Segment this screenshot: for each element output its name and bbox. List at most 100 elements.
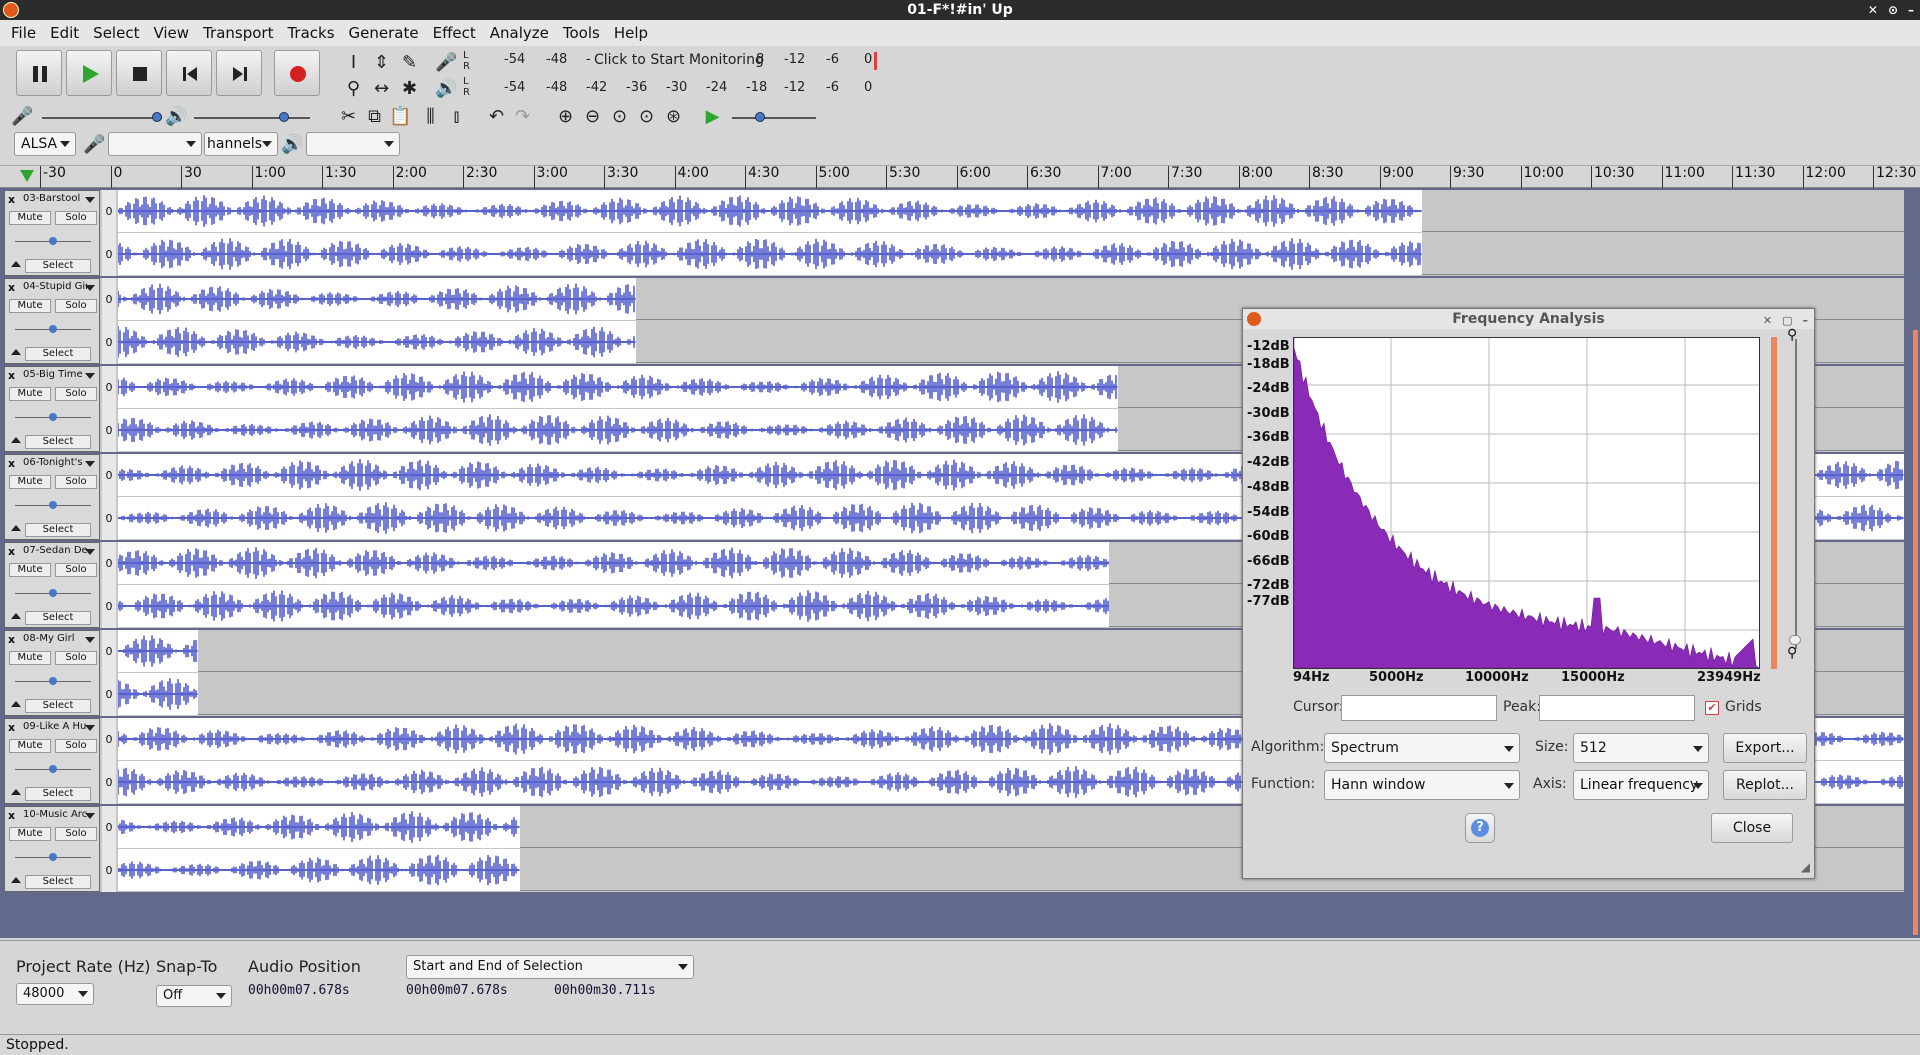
spectrum-vscroll[interactable] bbox=[1771, 337, 1777, 669]
envelope-tool-icon[interactable]: ⇕ bbox=[369, 50, 394, 75]
record-button[interactable] bbox=[274, 50, 320, 96]
skip-end-button[interactable] bbox=[216, 50, 262, 96]
menu-edit[interactable]: Edit bbox=[43, 24, 86, 42]
menu-analyze[interactable]: Analyze bbox=[483, 24, 556, 42]
spectrum-plot[interactable] bbox=[1293, 337, 1760, 669]
resize-grip-icon[interactable]: ◢ bbox=[1801, 860, 1810, 874]
menu-tools[interactable]: Tools bbox=[556, 24, 607, 42]
select-track-button[interactable]: Select bbox=[25, 787, 91, 801]
play-meter-speaker-icon[interactable]: 🔊 bbox=[434, 76, 459, 101]
gain-slider-thumb[interactable] bbox=[49, 501, 57, 509]
waveform-clip[interactable] bbox=[118, 630, 198, 672]
solo-button[interactable]: Solo bbox=[55, 475, 97, 489]
selection-mode-select[interactable]: Start and End of Selection bbox=[406, 955, 694, 979]
waveform-clip[interactable] bbox=[118, 366, 1118, 408]
click-to-start-monitoring[interactable]: Click to Start Monitoring bbox=[594, 52, 764, 68]
track-name[interactable]: 04-Stupid Girl bbox=[23, 281, 87, 295]
zoom-out-icon[interactable]: ⚲ bbox=[1787, 645, 1797, 661]
zoom-toggle-icon[interactable]: ⊛ bbox=[661, 104, 686, 129]
stop-button[interactable] bbox=[116, 50, 162, 96]
collapse-track-icon[interactable] bbox=[11, 261, 21, 267]
fit-project-icon[interactable]: ⊙ bbox=[634, 104, 659, 129]
timeline-ruler[interactable]: -30 0 30 1:00 1:30 2:00 2:30 3:00 3:30 4:00 4:30 5:… bbox=[0, 166, 1920, 188]
track-name[interactable]: 07-Sedan De bbox=[23, 545, 87, 559]
track-name[interactable]: 09-Like A Hur bbox=[23, 721, 87, 735]
paste-icon[interactable]: 📋 bbox=[388, 104, 413, 129]
selection-end-field[interactable]: 00h00m30.711s bbox=[554, 983, 698, 1001]
project-rate-select[interactable]: 48000 bbox=[16, 983, 94, 1005]
zoom-tool-icon[interactable]: ⚲ bbox=[341, 76, 366, 101]
playback-device-select[interactable] bbox=[306, 132, 400, 156]
track-close-icon[interactable]: x bbox=[8, 369, 15, 382]
zoom-slider-thumb[interactable] bbox=[1789, 635, 1801, 645]
minimize-window-icon[interactable]: – bbox=[1908, 0, 1914, 20]
track-name[interactable]: 03-Barstool bbox=[23, 193, 87, 207]
mute-button[interactable]: Mute bbox=[9, 651, 51, 665]
waveform-clip[interactable] bbox=[118, 233, 1422, 275]
track-close-icon[interactable]: x bbox=[8, 545, 15, 558]
play-button[interactable] bbox=[66, 50, 112, 96]
track-name[interactable]: 05-Big Time bbox=[23, 369, 87, 383]
waveform-clip[interactable] bbox=[118, 409, 1118, 451]
mute-button[interactable]: Mute bbox=[9, 211, 51, 225]
audio-host-select[interactable]: ALSA bbox=[14, 132, 76, 156]
track-menu-chevron-icon[interactable] bbox=[85, 461, 95, 467]
select-track-button[interactable]: Select bbox=[25, 435, 91, 449]
track-close-icon[interactable]: x bbox=[8, 457, 15, 470]
algorithm-select[interactable]: Spectrum bbox=[1324, 733, 1520, 763]
menu-file[interactable]: File bbox=[4, 24, 43, 42]
vertical-scrollbar[interactable] bbox=[1913, 330, 1918, 935]
cursor-field[interactable] bbox=[1341, 695, 1497, 721]
output-volume-slider[interactable] bbox=[194, 117, 310, 119]
track-menu-chevron-icon[interactable] bbox=[85, 373, 95, 379]
mute-button[interactable]: Mute bbox=[9, 739, 51, 753]
play-speed-slider[interactable] bbox=[732, 117, 816, 119]
copy-icon[interactable]: ⧉ bbox=[362, 104, 387, 129]
menu-select[interactable]: Select bbox=[86, 24, 146, 42]
zoom-slider-track[interactable] bbox=[1795, 339, 1797, 649]
collapse-track-icon[interactable] bbox=[11, 613, 21, 619]
solo-button[interactable]: Solo bbox=[55, 651, 97, 665]
solo-button[interactable]: Solo bbox=[55, 299, 97, 313]
gain-slider-thumb[interactable] bbox=[49, 237, 57, 245]
peak-field[interactable] bbox=[1539, 695, 1695, 721]
dialog-minimize-icon[interactable]: – bbox=[1803, 311, 1809, 331]
mute-button[interactable]: Mute bbox=[9, 299, 51, 313]
mute-button[interactable]: Mute bbox=[9, 475, 51, 489]
track-close-icon[interactable]: x bbox=[8, 721, 15, 734]
audio-position-field[interactable]: 00h00m07.678s bbox=[248, 983, 392, 1001]
track-close-icon[interactable]: x bbox=[8, 193, 15, 206]
track-menu-chevron-icon[interactable] bbox=[85, 197, 95, 203]
multi-tool-icon[interactable]: ✱ bbox=[397, 76, 422, 101]
play-meter[interactable]: -54 -48 -42 -36 -30 -24 -18 -12 -6 0 bbox=[474, 80, 874, 104]
skip-start-button[interactable] bbox=[166, 50, 212, 96]
waveform-clip[interactable] bbox=[118, 806, 520, 848]
waveform-clip[interactable] bbox=[118, 321, 636, 363]
close-window-icon[interactable]: ✕ bbox=[1868, 0, 1878, 20]
track-name[interactable]: 06-Tonight's bbox=[23, 457, 87, 471]
track-menu-chevron-icon[interactable] bbox=[85, 725, 95, 731]
undo-icon[interactable]: ↶ bbox=[484, 104, 509, 129]
select-track-button[interactable]: Select bbox=[25, 699, 91, 713]
record-meter-mic-icon[interactable]: 🎤 bbox=[434, 50, 459, 75]
zoom-out-icon[interactable]: ⊖ bbox=[580, 104, 605, 129]
function-select[interactable]: Hann window bbox=[1324, 770, 1520, 800]
menu-help[interactable]: Help bbox=[607, 24, 655, 42]
mute-button[interactable]: Mute bbox=[9, 387, 51, 401]
axis-select[interactable]: Linear frequency bbox=[1573, 770, 1709, 800]
channel-lane[interactable] bbox=[118, 190, 1904, 232]
recording-device-select[interactable] bbox=[108, 132, 202, 156]
waveform-clip[interactable] bbox=[118, 278, 636, 320]
help-button[interactable]: ? bbox=[1465, 813, 1495, 843]
track-menu-chevron-icon[interactable] bbox=[85, 549, 95, 555]
select-track-button[interactable]: Select bbox=[25, 611, 91, 625]
collapse-track-icon[interactable] bbox=[11, 349, 21, 355]
grids-checkbox[interactable]: ✔ bbox=[1705, 701, 1719, 715]
silence-icon[interactable]: ⫾ bbox=[444, 104, 469, 129]
menu-tracks[interactable]: Tracks bbox=[280, 24, 341, 42]
collapse-track-icon[interactable] bbox=[11, 525, 21, 531]
waveform-clip[interactable] bbox=[118, 190, 1422, 232]
collapse-track-icon[interactable] bbox=[11, 789, 21, 795]
gain-slider-thumb[interactable] bbox=[49, 325, 57, 333]
solo-button[interactable]: Solo bbox=[55, 563, 97, 577]
